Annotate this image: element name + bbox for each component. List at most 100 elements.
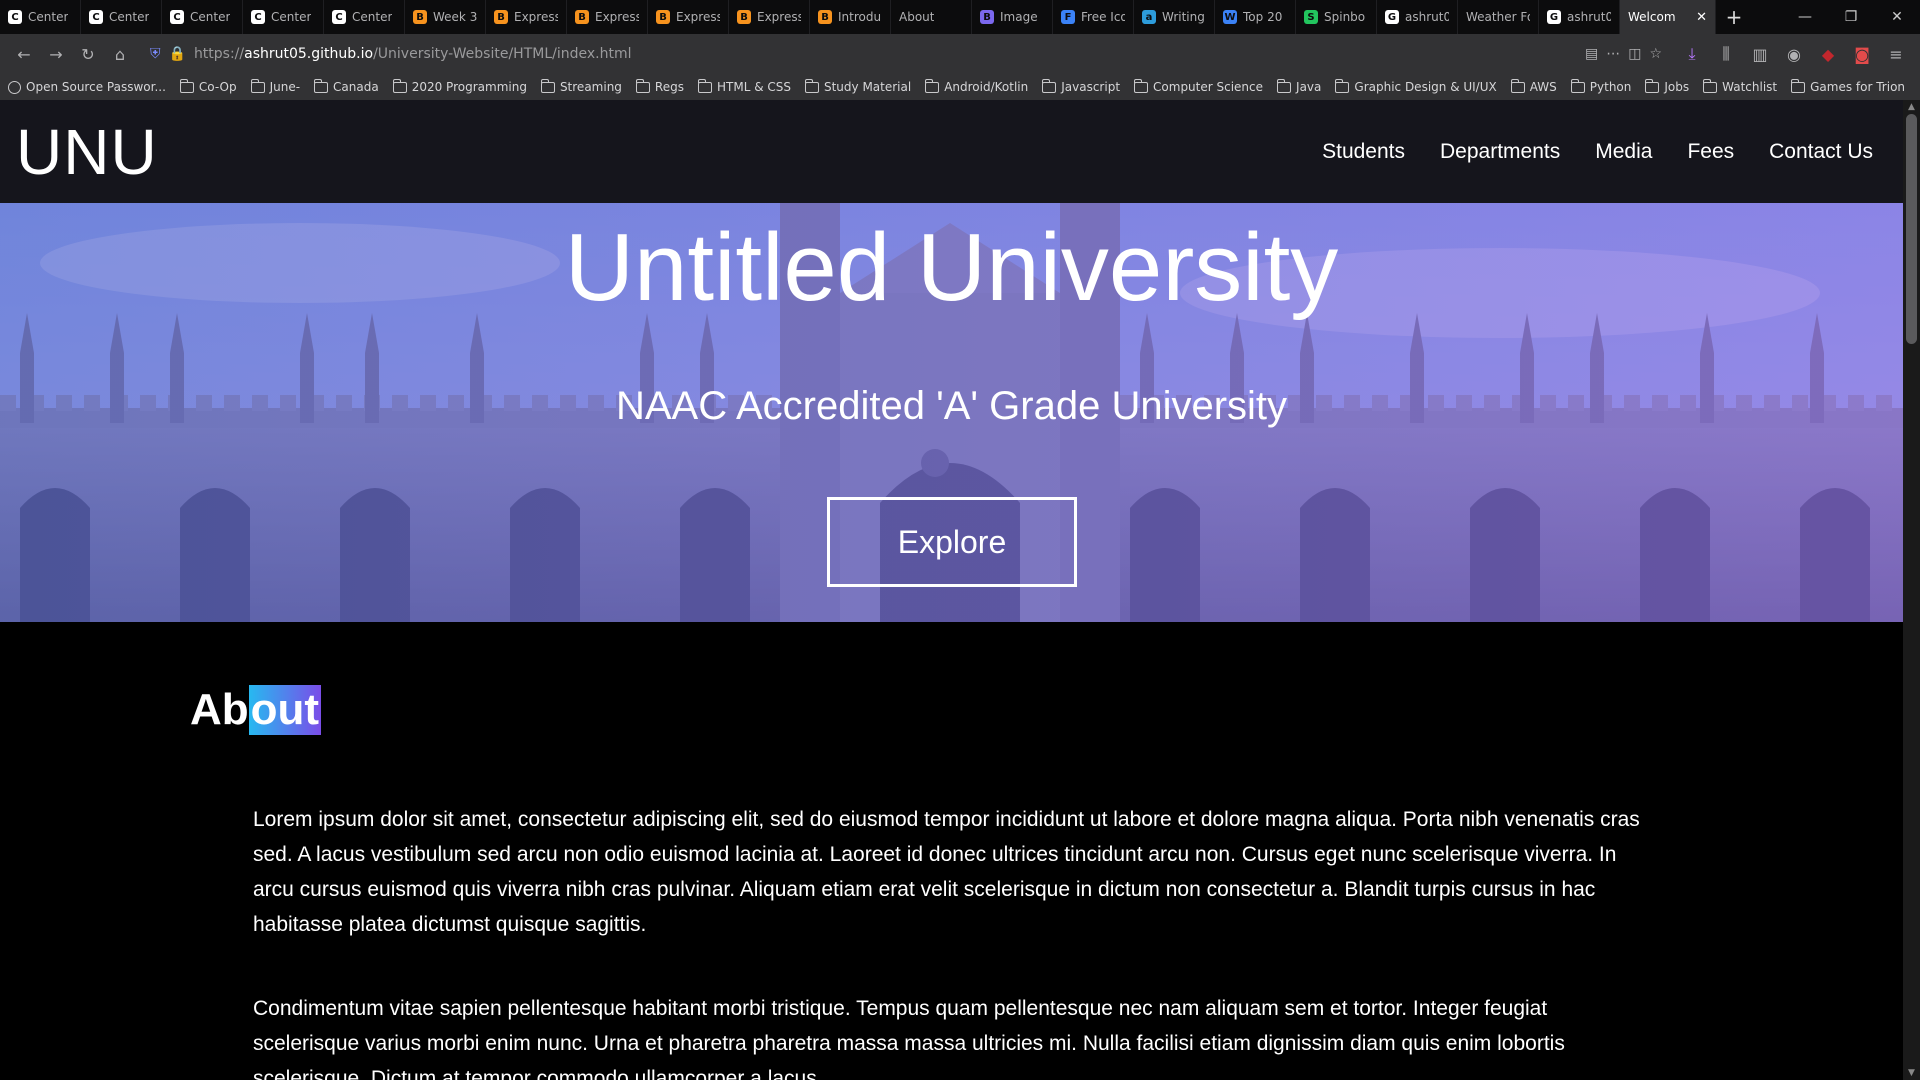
browser-tab[interactable]: S Spinbo	[1296, 0, 1377, 34]
nav-fees[interactable]: Fees	[1687, 140, 1734, 164]
bookmark-label: Android/Kotlin	[944, 80, 1029, 94]
hero-section: Untitled University NAAC Accredited 'A' …	[0, 203, 1903, 622]
folder-icon	[1645, 78, 1660, 93]
browser-tab[interactable]: W Top 20	[1215, 0, 1296, 34]
ublock-icon[interactable]: ◆	[1812, 40, 1844, 68]
page-actions-icon[interactable]: ⋯	[1606, 46, 1620, 62]
browser-tab[interactable]: B Week 3	[405, 0, 486, 34]
restore-button[interactable]: ❐	[1828, 0, 1874, 34]
browser-tab[interactable]: B Introdu	[810, 0, 891, 34]
pocket-icon[interactable]: ◫	[1628, 46, 1641, 62]
tab-favicon-icon: B	[737, 10, 751, 24]
bookmark-item[interactable]: Canada	[314, 78, 379, 94]
bookmark-label: Computer Science	[1153, 80, 1264, 94]
bookmark-item[interactable]: Open Source Passwor...	[8, 80, 166, 94]
folder-icon	[1134, 78, 1149, 93]
nav-contact-us[interactable]: Contact Us	[1769, 140, 1873, 164]
new-tab-button[interactable]: +	[1716, 0, 1752, 34]
folder-icon	[540, 78, 555, 93]
bookmark-item[interactable]: Streaming	[540, 78, 622, 94]
tab-favicon-icon: F	[1061, 10, 1075, 24]
bookmark-item[interactable]: June-	[250, 78, 300, 94]
bookmark-item[interactable]: Android/Kotlin	[925, 78, 1029, 94]
bookmark-item[interactable]: Watchlist	[1703, 78, 1777, 94]
bookmark-item[interactable]: Games for Trion	[1791, 78, 1905, 94]
nav-students[interactable]: Students	[1322, 140, 1405, 164]
main-nav: Students Departments Media Fees Contact …	[1322, 140, 1887, 164]
explore-button[interactable]: Explore	[827, 497, 1077, 587]
tab-favicon-icon: C	[8, 10, 22, 24]
browser-tab[interactable]: F Free Ico	[1053, 0, 1134, 34]
bookmark-star-icon[interactable]: ☆	[1649, 46, 1662, 62]
page-scrollbar[interactable]: ▲ ▼	[1903, 100, 1920, 1080]
forward-icon[interactable]: →	[40, 40, 72, 68]
url-scheme: https://	[193, 46, 245, 62]
downloads-icon[interactable]: ⤓	[1676, 40, 1708, 68]
tab-active[interactable]: Welcom ✕	[1620, 0, 1716, 34]
shield-icon[interactable]: ⛨	[150, 46, 161, 62]
about-heading-plain: Ab	[190, 685, 249, 734]
bookmark-item[interactable]: Java	[1277, 78, 1321, 94]
browser-tab[interactable]: C Center	[81, 0, 162, 34]
bookmark-item[interactable]: 2020 Programming	[392, 78, 527, 94]
bookmark-label: Streaming	[559, 80, 622, 94]
address-bar[interactable]: ⛨ 🔒 https://ashrut05.github.io/Universit…	[144, 39, 1668, 69]
reload-icon[interactable]: ↻	[72, 40, 104, 68]
sidebar-icon[interactable]: ▥	[1744, 40, 1776, 68]
bookmark-item[interactable]: Jobs	[1645, 78, 1689, 94]
account-icon[interactable]: ◉	[1778, 40, 1810, 68]
bookmark-item[interactable]: Co-Op	[179, 78, 237, 94]
scroll-down-icon[interactable]: ▼	[1903, 1068, 1920, 1078]
browser-tab[interactable]: Gashrut0	[1539, 0, 1620, 34]
browser-tab[interactable]: B Express	[729, 0, 810, 34]
browser-tab[interactable]: C Center	[243, 0, 324, 34]
tab-favicon-icon: B	[656, 10, 670, 24]
browser-tab[interactable]: a Writing	[1134, 0, 1215, 34]
back-icon[interactable]: ←	[8, 40, 40, 68]
bookmark-label: Open Source Passwor...	[26, 80, 166, 94]
browser-tab[interactable]: About	[891, 0, 972, 34]
browser-tab[interactable]: Gashrut0	[1377, 0, 1458, 34]
scrollbar-thumb[interactable]	[1906, 114, 1917, 344]
browser-tab[interactable]: B Image	[972, 0, 1053, 34]
minimize-button[interactable]: —	[1782, 0, 1828, 34]
bookmark-item[interactable]: AWS	[1510, 78, 1557, 94]
browser-tab[interactable]: B Express	[567, 0, 648, 34]
scroll-up-icon[interactable]: ▲	[1903, 102, 1920, 112]
folder-icon	[635, 78, 650, 93]
bookmark-item[interactable]: Graphic Design & UI/UX	[1335, 78, 1497, 94]
bookmark-item[interactable]: Study Material	[804, 78, 911, 94]
library-icon[interactable]: ⫼	[1710, 40, 1742, 68]
tab-strip: C Center C Center C Center C Center C Center B Week…	[0, 0, 1620, 34]
close-icon[interactable]: ✕	[1696, 10, 1707, 25]
browser-tab[interactable]: C Center	[0, 0, 81, 34]
window-close-button[interactable]: ✕	[1874, 0, 1920, 34]
bookmark-item[interactable]: HTML & CSS	[697, 78, 791, 94]
lock-icon[interactable]: 🔒	[169, 46, 186, 62]
bookmark-label: Regs	[654, 80, 684, 94]
tab-favicon-icon: B	[818, 10, 832, 24]
tab-favicon-icon: G	[1385, 10, 1399, 24]
menu-icon[interactable]: ≡	[1880, 40, 1912, 68]
folder-icon	[1570, 78, 1585, 93]
browser-toolbar: ← → ↻ ⌂ ⛨ 🔒 https://ashrut05.github.io/U…	[0, 34, 1920, 74]
browser-tab-bar: C Center C Center C Center C Center C Center B Week…	[0, 0, 1920, 34]
nav-media[interactable]: Media	[1595, 140, 1652, 164]
nav-departments[interactable]: Departments	[1440, 140, 1560, 164]
browser-tab[interactable]: C Center	[162, 0, 243, 34]
browser-tab[interactable]: B Express	[648, 0, 729, 34]
reader-view-icon[interactable]: ▤	[1585, 46, 1598, 62]
bookmark-item[interactable]: Regs	[635, 78, 684, 94]
site-logo[interactable]: UNU	[16, 115, 158, 189]
folder-icon	[1510, 78, 1525, 93]
browser-tab[interactable]: C Center	[324, 0, 405, 34]
web-page: UNU Students Departments Media Fees Cont…	[0, 100, 1903, 1080]
browser-tab[interactable]: B Express	[486, 0, 567, 34]
browser-tab[interactable]: Weather Fo	[1458, 0, 1539, 34]
tab-favicon-icon: B	[575, 10, 589, 24]
bookmark-item[interactable]: Javascript	[1042, 78, 1120, 94]
bookmark-item[interactable]: Python	[1570, 78, 1631, 94]
screenshot-icon[interactable]: ◙	[1846, 40, 1878, 68]
home-icon[interactable]: ⌂	[104, 40, 136, 68]
bookmark-item[interactable]: Computer Science	[1134, 78, 1264, 94]
